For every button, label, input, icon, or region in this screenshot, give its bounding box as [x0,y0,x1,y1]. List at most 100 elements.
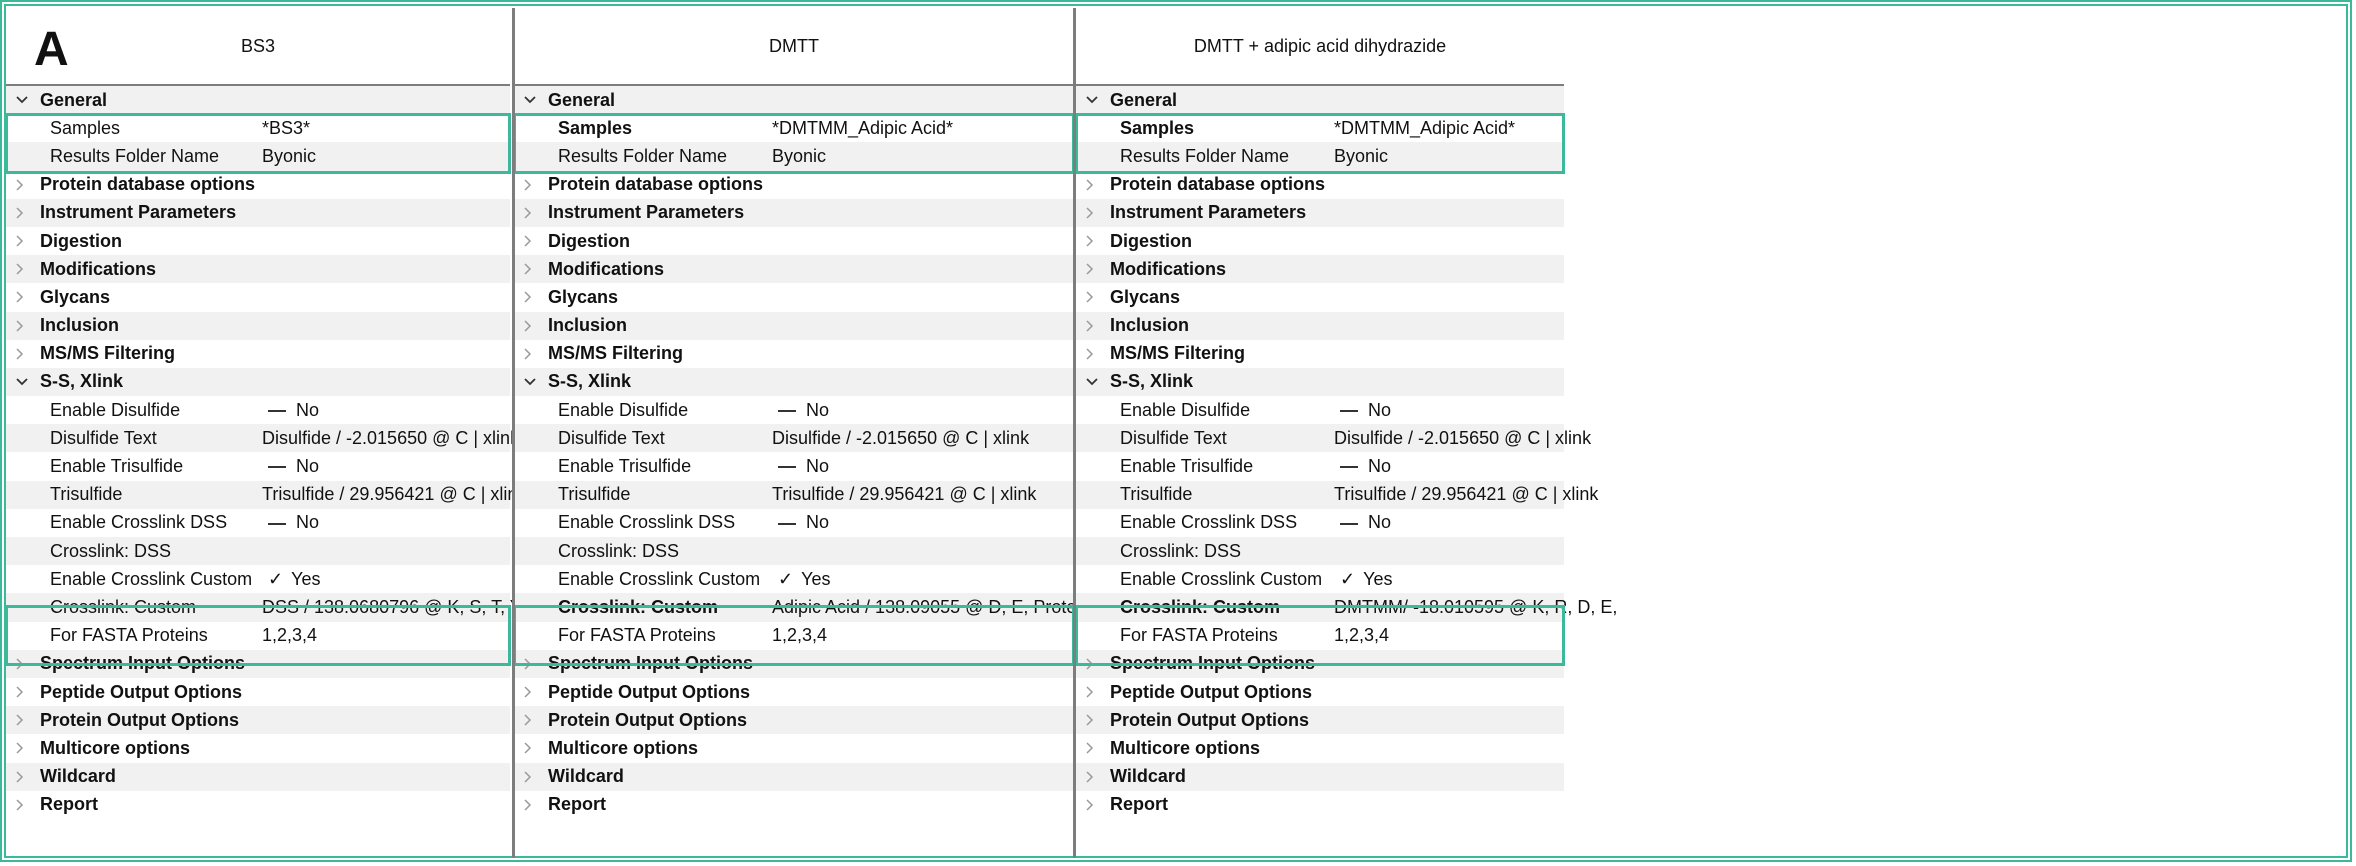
tree-property-samples[interactable]: Samples *DMTMM_Adipic Acid* [514,114,1074,142]
property-value[interactable]: No [1334,512,1391,533]
property-value[interactable]: *DMTMM_Adipic Acid* [1334,118,1515,139]
property-value[interactable]: Disulfide / -2.015650 @ C | xlink [1334,428,1591,449]
tree-property-enable-crosslink-custom[interactable]: Enable Crosslink Custom ✓ Yes [6,565,510,593]
tree-property-samples[interactable]: Samples *DMTMM_Adipic Acid* [1076,114,1564,142]
property-value[interactable]: 1,2,3,4 [1334,625,1389,646]
tree-section-msms[interactable]: MS/MS Filtering [6,340,510,368]
tree-property-crosslink-custom[interactable]: Crosslink: Custom Adipic Acid / 138.09055… [514,593,1195,622]
tree-property-enable-crosslink-dss[interactable]: Enable Crosslink DSS No [6,509,510,537]
tree-section-ssxlink[interactable]: S-S, Xlink [1076,367,1564,397]
chevron-right-icon[interactable] [1076,686,1108,698]
tree-section-msms[interactable]: MS/MS Filtering [514,340,1074,368]
tree-section-protein-db[interactable]: Protein database options [6,171,510,199]
tree-section-protein-db[interactable]: Protein database options [514,171,1074,199]
property-value[interactable]: No [772,456,829,477]
tree-section-wildcard[interactable]: Wildcard [6,762,510,791]
chevron-right-icon[interactable] [514,348,546,360]
property-value[interactable]: Disulfide / -2.015650 @ C | xlink [262,428,519,449]
chevron-right-icon[interactable] [1076,320,1108,332]
chevron-right-icon[interactable] [1076,207,1108,219]
tree-section-general[interactable]: General [6,86,510,115]
tree-property-results-folder[interactable]: Results Folder Name Byonic [1076,142,1564,171]
chevron-right-icon[interactable] [1076,263,1108,275]
tree-property-fasta[interactable]: For FASTA Proteins 1,2,3,4 [514,622,1074,650]
property-value[interactable]: No [262,456,319,477]
tree-property-enable-crosslink-dss[interactable]: Enable Crosslink DSS No [1076,509,1564,537]
tree-section-multicore[interactable]: Multicore options [514,734,1074,762]
property-value[interactable]: 1,2,3,4 [262,625,317,646]
tree-property-results-folder[interactable]: Results Folder Name Byonic [514,142,1074,171]
tree-section-instrument[interactable]: Instrument Parameters [514,198,1074,227]
tree-section-report[interactable]: Report [1076,791,1564,819]
tree-section-protein-db[interactable]: Protein database options [1076,171,1564,199]
tree-section-modifications[interactable]: Modifications [1076,255,1564,284]
tree-section-inclusion[interactable]: Inclusion [514,311,1074,340]
chevron-right-icon[interactable] [6,686,38,698]
tree-section-protein-out[interactable]: Protein Output Options [1076,706,1564,735]
tree-property-enable-disulfide[interactable]: Enable Disulfide No [6,396,510,424]
tree-section-spectrum[interactable]: Spectrum Input Options [6,649,510,678]
chevron-right-icon[interactable] [6,714,38,726]
chevron-right-icon[interactable] [1076,179,1108,191]
property-value[interactable]: Disulfide / -2.015650 @ C | xlink [772,428,1029,449]
tree-property-crosslink-dss[interactable]: Crosslink: DSS [1076,537,1564,566]
property-value[interactable]: Trisulfide / 29.956421 @ C | xlink [262,484,526,505]
property-value[interactable]: *DMTMM_Adipic Acid* [772,118,953,139]
chevron-right-icon[interactable] [514,207,546,219]
tree-property-enable-disulfide[interactable]: Enable Disulfide No [514,396,1074,424]
chevron-right-icon[interactable] [1076,658,1108,670]
chevron-right-icon[interactable] [6,235,38,247]
property-value[interactable]: DMTMM/ -18.010595 @ K, R, D, E, [1334,597,1617,618]
chevron-right-icon[interactable] [6,771,38,783]
tree-section-report[interactable]: Report [514,791,1074,819]
property-value[interactable]: No [262,400,319,421]
tree-property-enable-trisulfide[interactable]: Enable Trisulfide No [514,452,1074,480]
tree-section-glycans[interactable]: Glycans [1076,283,1564,311]
tree-section-peptide-out[interactable]: Peptide Output Options [1076,678,1564,706]
property-value[interactable]: Byonic [262,146,316,167]
chevron-down-icon[interactable] [6,378,38,386]
tree-property-enable-crosslink-custom[interactable]: Enable Crosslink Custom ✓ Yes [514,565,1074,593]
chevron-right-icon[interactable] [6,291,38,303]
tree-section-ssxlink[interactable]: S-S, Xlink [514,367,1074,397]
tree-section-peptide-out[interactable]: Peptide Output Options [514,678,1074,706]
property-value[interactable]: Trisulfide / 29.956421 @ C | xlink [1334,484,1598,505]
tree-section-glycans[interactable]: Glycans [6,283,510,311]
property-value[interactable]: *BS3* [262,118,310,139]
chevron-right-icon[interactable] [6,348,38,360]
chevron-right-icon[interactable] [514,742,546,754]
chevron-right-icon[interactable] [514,235,546,247]
tree-section-wildcard[interactable]: Wildcard [514,762,1074,791]
tree-property-enable-crosslink-dss[interactable]: Enable Crosslink DSS No [514,509,1074,537]
chevron-right-icon[interactable] [514,658,546,670]
tree-property-disulfide-text[interactable]: Disulfide Text Disulfide / -2.015650 @ C … [514,424,1074,453]
chevron-right-icon[interactable] [6,320,38,332]
tree-section-multicore[interactable]: Multicore options [1076,734,1564,762]
tree-property-crosslink-dss[interactable]: Crosslink: DSS [514,537,1074,566]
tree-property-enable-crosslink-custom[interactable]: Enable Crosslink Custom ✓ Yes [1076,565,1564,593]
tree-section-instrument[interactable]: Instrument Parameters [1076,198,1564,227]
chevron-right-icon[interactable] [514,686,546,698]
tree-property-enable-trisulfide[interactable]: Enable Trisulfide No [6,452,510,480]
chevron-down-icon[interactable] [514,378,546,386]
tree-property-fasta[interactable]: For FASTA Proteins 1,2,3,4 [1076,622,1564,650]
tree-section-general[interactable]: General [514,86,1074,115]
tree-property-results-folder[interactable]: Results Folder Name Byonic [6,142,510,171]
chevron-right-icon[interactable] [6,263,38,275]
chevron-right-icon[interactable] [514,263,546,275]
chevron-right-icon[interactable] [1076,742,1108,754]
tree-section-digestion[interactable]: Digestion [1076,227,1564,255]
chevron-down-icon[interactable] [6,96,38,104]
chevron-right-icon[interactable] [6,179,38,191]
tree-section-spectrum[interactable]: Spectrum Input Options [514,649,1074,678]
tree-property-trisulfide[interactable]: Trisulfide Trisulfide / 29.956421 @ C | x… [514,480,1074,509]
tree-section-report[interactable]: Report [6,791,510,819]
chevron-right-icon[interactable] [1076,291,1108,303]
chevron-right-icon[interactable] [514,179,546,191]
property-value[interactable]: No [1334,456,1391,477]
chevron-right-icon[interactable] [6,742,38,754]
tree-property-fasta[interactable]: For FASTA Proteins 1,2,3,4 [6,622,510,650]
tree-section-wildcard[interactable]: Wildcard [1076,762,1564,791]
property-value[interactable]: ✓ Yes [772,569,830,590]
property-value[interactable]: No [772,512,829,533]
